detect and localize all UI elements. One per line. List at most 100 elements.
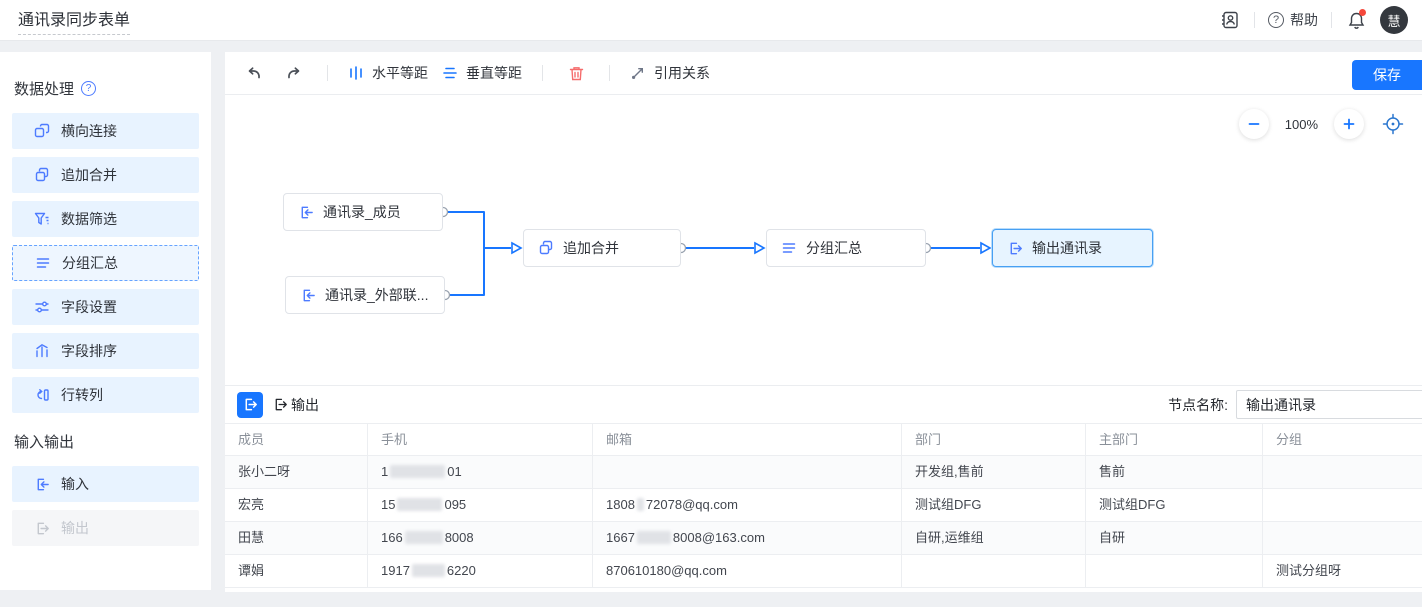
horizontal-spacing-label: 水平等距 xyxy=(372,63,428,83)
flow-node-3[interactable]: 追加合并 xyxy=(523,229,681,267)
canvas-toolbar: 水平等距 垂直等距 引用关系 保存 xyxy=(225,52,1422,95)
cell-text: 01 xyxy=(447,464,461,479)
table-cell: 自研,运维组 xyxy=(902,522,1086,555)
redacted-text xyxy=(412,564,445,577)
output-node-button[interactable] xyxy=(237,392,263,418)
main-panel: 水平等距 垂直等距 引用关系 保存 xyxy=(225,52,1422,592)
cell-text: 自研 xyxy=(1099,530,1125,545)
table-cell: 田慧 xyxy=(225,522,368,555)
cell-text: 8008@163.com xyxy=(673,530,765,545)
sidebar: 数据处理 ? 横向连接追加合并数据筛选分组汇总字段设置字段排序行转列 输入输出 … xyxy=(0,52,211,590)
append-merge-icon xyxy=(34,167,50,183)
redacted-text xyxy=(637,498,644,511)
sidebar-item-output: 输出 xyxy=(12,510,199,546)
sidebar-item-horizontal-join[interactable]: 横向连接 xyxy=(12,113,199,149)
sidebar-item-label: 分组汇总 xyxy=(62,253,118,273)
cell-text: 开发组,售前 xyxy=(915,464,984,479)
avatar[interactable]: 慧 xyxy=(1380,6,1408,34)
table-cell: 谭娟 xyxy=(225,555,368,588)
cell-text: 1808 xyxy=(606,497,635,512)
page-title[interactable]: 通讯录同步表单 xyxy=(18,6,130,35)
sidebar-item-field-sort[interactable]: 字段排序 xyxy=(12,333,199,369)
cell-text: 1667 xyxy=(606,530,635,545)
cell-text: 72078@qq.com xyxy=(646,497,738,512)
flow-node-1[interactable]: 通讯录_成员 xyxy=(283,193,443,231)
table-cell: 自研 xyxy=(1086,522,1263,555)
vertical-spacing-button[interactable]: 垂直等距 xyxy=(442,63,522,83)
zoom-level: 100% xyxy=(1285,117,1318,132)
table-cell: 宏亮 xyxy=(225,489,368,522)
cell-text: 测试组DFG xyxy=(1099,497,1165,512)
table-cell: 1 01 xyxy=(368,456,593,489)
fit-view-icon[interactable] xyxy=(1380,111,1406,137)
help-label: 帮助 xyxy=(1290,10,1318,30)
sidebar-item-group-summary[interactable]: 分组汇总 xyxy=(12,245,199,281)
horizontal-join-icon xyxy=(34,123,50,139)
flow-node-5[interactable]: 输出通讯录 xyxy=(992,229,1153,267)
table-cell: 测试分组呀 xyxy=(1263,555,1422,588)
table-cell xyxy=(902,555,1086,588)
bottom-panel: 输出 节点名称: 成员手机邮箱部门主部门分组张小二呀101开发组,售前售前宏亮1… xyxy=(225,385,1422,592)
redo-icon[interactable] xyxy=(281,60,307,86)
cell-text: 095 xyxy=(444,497,466,512)
contacts-book-icon[interactable] xyxy=(1219,9,1241,31)
flow-node-2[interactable]: 通讯录_外部联... xyxy=(285,276,445,314)
table-row: 宏亮 15 095 1808 72078@qq.com 测试组DFG 测试组DFG xyxy=(225,489,1422,522)
trash-icon[interactable] xyxy=(563,60,589,86)
redacted-text xyxy=(405,531,443,544)
sidebar-section-input-output: 输入输出 xyxy=(14,431,211,452)
header-actions: ? 帮助 慧 xyxy=(1219,0,1408,40)
flow-canvas[interactable]: 通讯录_成员通讯录_外部联... 追加合并 分组汇总 输出通讯录 100% xyxy=(225,95,1422,385)
reference-relation-button[interactable]: 引用关系 xyxy=(630,63,710,83)
reference-relation-label: 引用关系 xyxy=(654,63,710,83)
cell-text: 测试组DFG xyxy=(915,497,981,512)
help-button[interactable]: ? 帮助 xyxy=(1268,10,1318,30)
redacted-text xyxy=(397,498,442,511)
sidebar-item-row-to-column[interactable]: 行转列 xyxy=(12,377,199,413)
zoom-in-button[interactable] xyxy=(1334,109,1364,139)
table-row: 田慧1668008 1667 8008@163.com 自研,运维组自研 xyxy=(225,522,1422,555)
redacted-text xyxy=(637,531,671,544)
vertical-spacing-label: 垂直等距 xyxy=(466,63,522,83)
group-summary-icon xyxy=(781,240,797,256)
sidebar-item-field-settings[interactable]: 字段设置 xyxy=(12,289,199,325)
table-row: 谭娟19176220870610180@qq.com测试分组呀 xyxy=(225,555,1422,588)
save-button[interactable]: 保存 xyxy=(1352,60,1422,90)
zoom-controls: 100% xyxy=(1239,109,1406,139)
table-cell: 1667 8008@163.com xyxy=(593,522,902,555)
cell-text: 15 xyxy=(381,497,395,512)
table-cell: 1668008 xyxy=(368,522,593,555)
row-to-column-icon xyxy=(34,387,50,403)
sidebar-item-append-merge[interactable]: 追加合并 xyxy=(12,157,199,193)
notification-bell-icon[interactable] xyxy=(1345,9,1367,31)
column-header: 成员 xyxy=(225,423,368,456)
output-icon xyxy=(1007,240,1023,256)
section-help-icon[interactable]: ? xyxy=(81,81,96,96)
cell-text: 张小二呀 xyxy=(238,464,290,479)
cell-text: 1 xyxy=(381,464,388,479)
table-cell: 19176220 xyxy=(368,555,593,588)
field-sort-icon xyxy=(34,343,50,359)
node-name-input[interactable] xyxy=(1236,390,1422,419)
column-header: 手机 xyxy=(368,423,593,456)
sidebar-item-label: 输出 xyxy=(61,518,89,538)
output-tab[interactable]: 输出 xyxy=(273,395,319,415)
sidebar-item-filter[interactable]: 数据筛选 xyxy=(12,201,199,237)
column-header: 主部门 xyxy=(1086,423,1263,456)
table-cell: 开发组,售前 xyxy=(902,456,1086,489)
divider xyxy=(542,65,543,81)
divider xyxy=(609,65,610,81)
horizontal-spacing-button[interactable]: 水平等距 xyxy=(348,63,428,83)
divider xyxy=(1254,12,1255,28)
table-cell xyxy=(1263,489,1422,522)
table-cell: 测试组DFG xyxy=(1086,489,1263,522)
table-cell xyxy=(1263,522,1422,555)
help-question-icon: ? xyxy=(1268,12,1284,28)
table-cell: 售前 xyxy=(1086,456,1263,489)
column-header: 邮箱 xyxy=(593,423,902,456)
undo-icon[interactable] xyxy=(241,60,267,86)
cell-text: 售前 xyxy=(1099,464,1125,479)
zoom-out-button[interactable] xyxy=(1239,109,1269,139)
flow-node-4[interactable]: 分组汇总 xyxy=(766,229,926,267)
sidebar-item-input[interactable]: 输入 xyxy=(12,466,199,502)
